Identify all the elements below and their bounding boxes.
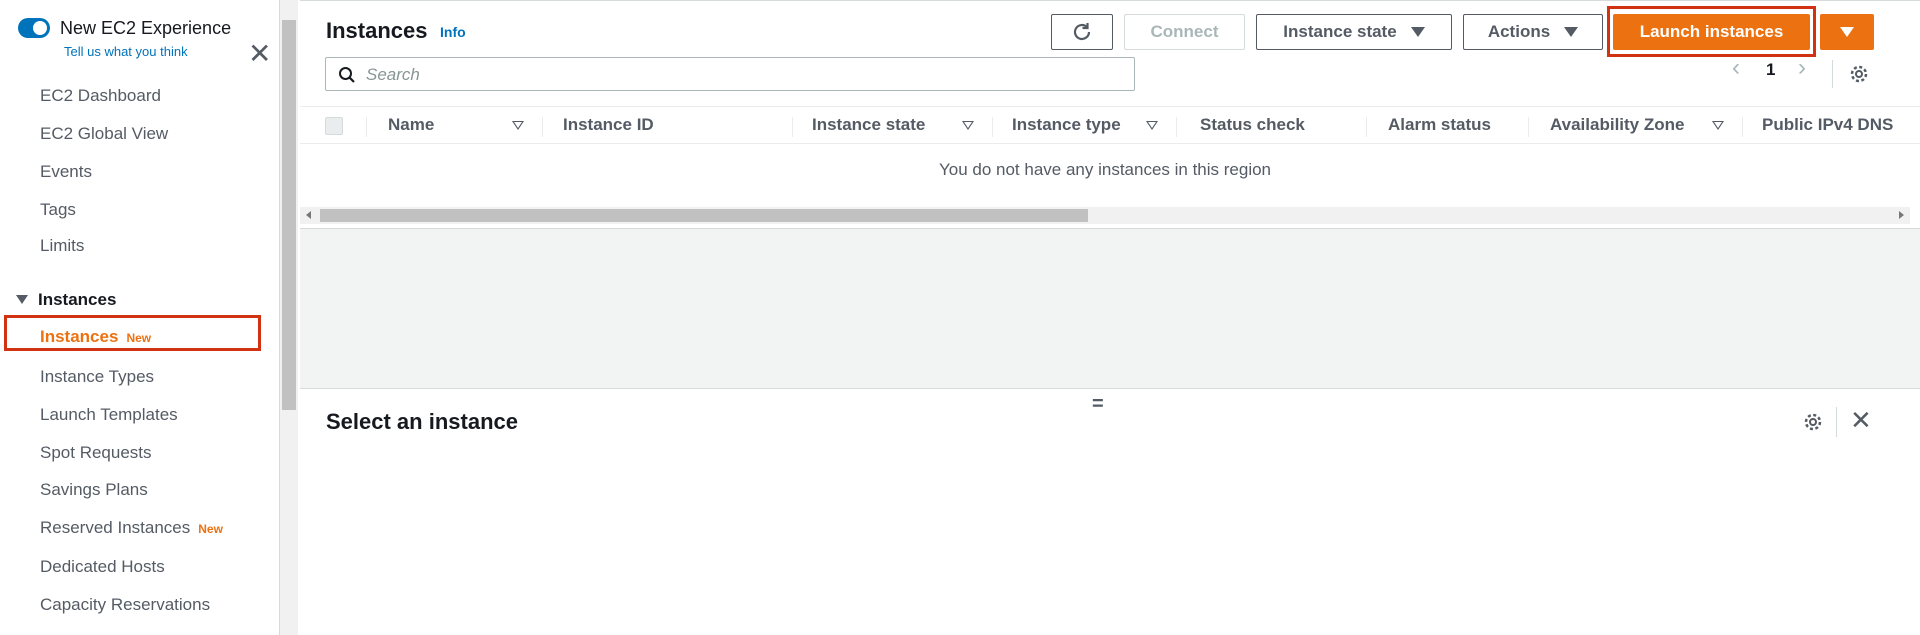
launch-instances-button[interactable]: Launch instances xyxy=(1613,14,1810,50)
new-experience-toggle[interactable] xyxy=(18,18,50,38)
prev-page-icon[interactable]: ‹ xyxy=(1732,54,1740,82)
sidebar-item-label: Reserved Instances xyxy=(40,518,191,537)
column-divider xyxy=(792,117,793,137)
sort-icon[interactable] xyxy=(1146,121,1158,130)
info-link[interactable]: Info xyxy=(440,24,466,40)
scroll-right-icon[interactable] xyxy=(1899,211,1904,219)
caret-down-icon xyxy=(16,295,28,304)
sort-icon[interactable] xyxy=(1712,121,1724,130)
column-divider xyxy=(1366,117,1367,137)
sidebar-item-limits[interactable]: Limits xyxy=(40,236,84,256)
gear-icon[interactable] xyxy=(1802,411,1824,433)
column-divider xyxy=(542,117,543,137)
search-placeholder: Search xyxy=(366,65,420,84)
close-icon[interactable]: ✕ xyxy=(248,40,271,68)
table-scroll-thumb[interactable] xyxy=(320,209,1088,222)
split-panel-title: Select an instance xyxy=(326,409,518,434)
sidebar-section-instances[interactable]: Instances xyxy=(16,290,116,310)
panel-divider xyxy=(1836,407,1837,437)
column-header-availability-zone[interactable]: Availability Zone xyxy=(1550,115,1684,135)
sort-icon[interactable] xyxy=(512,121,524,130)
refresh-button[interactable] xyxy=(1051,14,1113,50)
launch-options-button[interactable] xyxy=(1820,14,1874,50)
sidebar-item-savings-plans[interactable]: Savings Plans xyxy=(40,480,148,500)
close-icon[interactable]: ✕ xyxy=(1850,405,1872,436)
sort-icon[interactable] xyxy=(962,121,974,130)
instance-state-dropdown[interactable]: Instance state xyxy=(1256,14,1452,50)
column-header-instance-id[interactable]: Instance ID xyxy=(563,115,654,135)
sidebar-item-instance-types[interactable]: Instance Types xyxy=(40,367,154,387)
sidebar-item-label: Instances xyxy=(40,327,119,346)
column-divider xyxy=(1528,117,1529,137)
feedback-link[interactable]: Tell us what you think xyxy=(64,44,188,59)
column-divider xyxy=(1176,117,1177,137)
actions-label: Actions xyxy=(1487,22,1551,41)
sidebar-item-tags[interactable]: Tags xyxy=(40,200,76,220)
sidebar-scrollbar[interactable] xyxy=(280,0,298,635)
caret-down-icon xyxy=(1840,27,1854,37)
column-divider xyxy=(992,117,993,137)
search-icon xyxy=(339,67,355,83)
column-header-status-check[interactable]: Status check xyxy=(1200,115,1305,135)
column-header-alarm-status[interactable]: Alarm status xyxy=(1388,115,1491,135)
sidebar-item-events[interactable]: Events xyxy=(40,162,92,182)
actions-dropdown[interactable]: Actions xyxy=(1463,14,1603,50)
sidebar-item-dedicated-hosts[interactable]: Dedicated Hosts xyxy=(40,557,165,577)
new-badge: New xyxy=(198,522,223,536)
sidebar-item-ec2-global-view[interactable]: EC2 Global View xyxy=(40,124,168,144)
sidebar: New EC2 Experience Tell us what you thin… xyxy=(0,0,280,635)
select-all-checkbox[interactable] xyxy=(325,117,343,135)
sidebar-item-instances[interactable]: Instances New xyxy=(40,327,151,347)
caret-down-icon xyxy=(1564,27,1579,37)
page-number[interactable]: 1 xyxy=(1766,60,1775,80)
new-badge: New xyxy=(126,331,152,345)
sidebar-item-ec2-dashboard[interactable]: EC2 Dashboard xyxy=(40,86,161,106)
table-horizontal-scrollbar[interactable] xyxy=(300,207,1910,224)
column-header-name[interactable]: Name xyxy=(388,115,434,135)
new-experience-toggle-row: New EC2 Experience Tell us what you thin… xyxy=(18,16,271,68)
page-title: Instances xyxy=(326,18,428,43)
empty-table-message: You do not have any instances in this re… xyxy=(938,160,1272,179)
connect-button[interactable]: Connect xyxy=(1124,14,1245,50)
sidebar-item-reserved-instances[interactable]: Reserved Instances New xyxy=(40,518,223,538)
column-header-instance-type[interactable]: Instance type xyxy=(1012,115,1121,135)
main-content: Instances Info Connect Instance state Ac… xyxy=(300,0,1920,635)
instance-state-label: Instance state xyxy=(1283,22,1397,41)
scroll-left-icon[interactable] xyxy=(306,211,311,219)
table-header: Name Instance ID Instance state Instance… xyxy=(300,106,1920,144)
caret-down-icon xyxy=(1410,27,1425,37)
sidebar-item-spot-requests[interactable]: Spot Requests xyxy=(40,443,152,463)
sidebar-scroll-thumb[interactable] xyxy=(282,20,296,410)
next-page-icon[interactable]: › xyxy=(1798,54,1806,82)
column-divider xyxy=(366,117,367,137)
pager-divider xyxy=(1832,60,1833,88)
section-label: Instances xyxy=(38,290,117,309)
split-panel: = Select an instance ✕ xyxy=(300,388,1920,635)
gear-icon[interactable] xyxy=(1848,63,1870,85)
column-header-public-ipv4-dns[interactable]: Public IPv4 DNS xyxy=(1762,115,1893,135)
search-input[interactable]: Search xyxy=(325,57,1135,91)
toggle-label: New EC2 Experience xyxy=(60,18,232,38)
table-empty-area xyxy=(300,228,1920,388)
sidebar-item-launch-templates[interactable]: Launch Templates xyxy=(40,405,178,425)
resize-handle-icon[interactable]: = xyxy=(1092,393,1104,416)
refresh-icon xyxy=(1073,23,1091,41)
column-header-instance-state[interactable]: Instance state xyxy=(812,115,925,135)
column-divider xyxy=(1742,117,1743,137)
sidebar-item-capacity-reservations[interactable]: Capacity Reservations xyxy=(40,595,210,615)
